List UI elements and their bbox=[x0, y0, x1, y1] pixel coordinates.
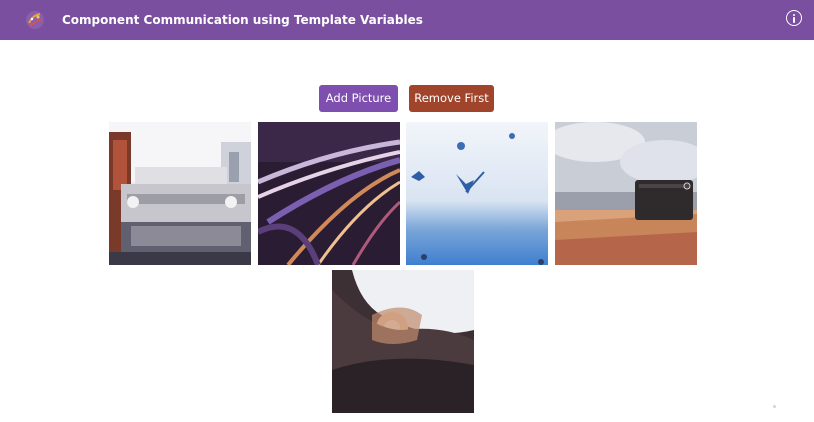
light-trails-photo bbox=[258, 122, 400, 265]
app-logo-icon bbox=[26, 11, 44, 29]
field-with-suitcase-photo bbox=[555, 122, 697, 265]
gallery-picture bbox=[332, 270, 474, 413]
gallery-picture bbox=[555, 122, 697, 265]
gallery-picture bbox=[406, 122, 548, 265]
vintage-car-photo bbox=[109, 122, 251, 265]
remove-first-button[interactable]: Remove First bbox=[409, 85, 494, 112]
add-picture-button[interactable]: Add Picture bbox=[319, 85, 398, 112]
app-header: Component Communication using Template V… bbox=[0, 0, 814, 40]
page-title: Component Communication using Template V… bbox=[62, 13, 423, 27]
gallery-picture bbox=[258, 122, 400, 265]
gallery-picture bbox=[109, 122, 251, 265]
flying-birds-sky-photo bbox=[406, 122, 548, 265]
info-icon[interactable] bbox=[786, 10, 802, 26]
corner-mark bbox=[773, 405, 776, 408]
sunset-hand-photo bbox=[332, 270, 474, 413]
